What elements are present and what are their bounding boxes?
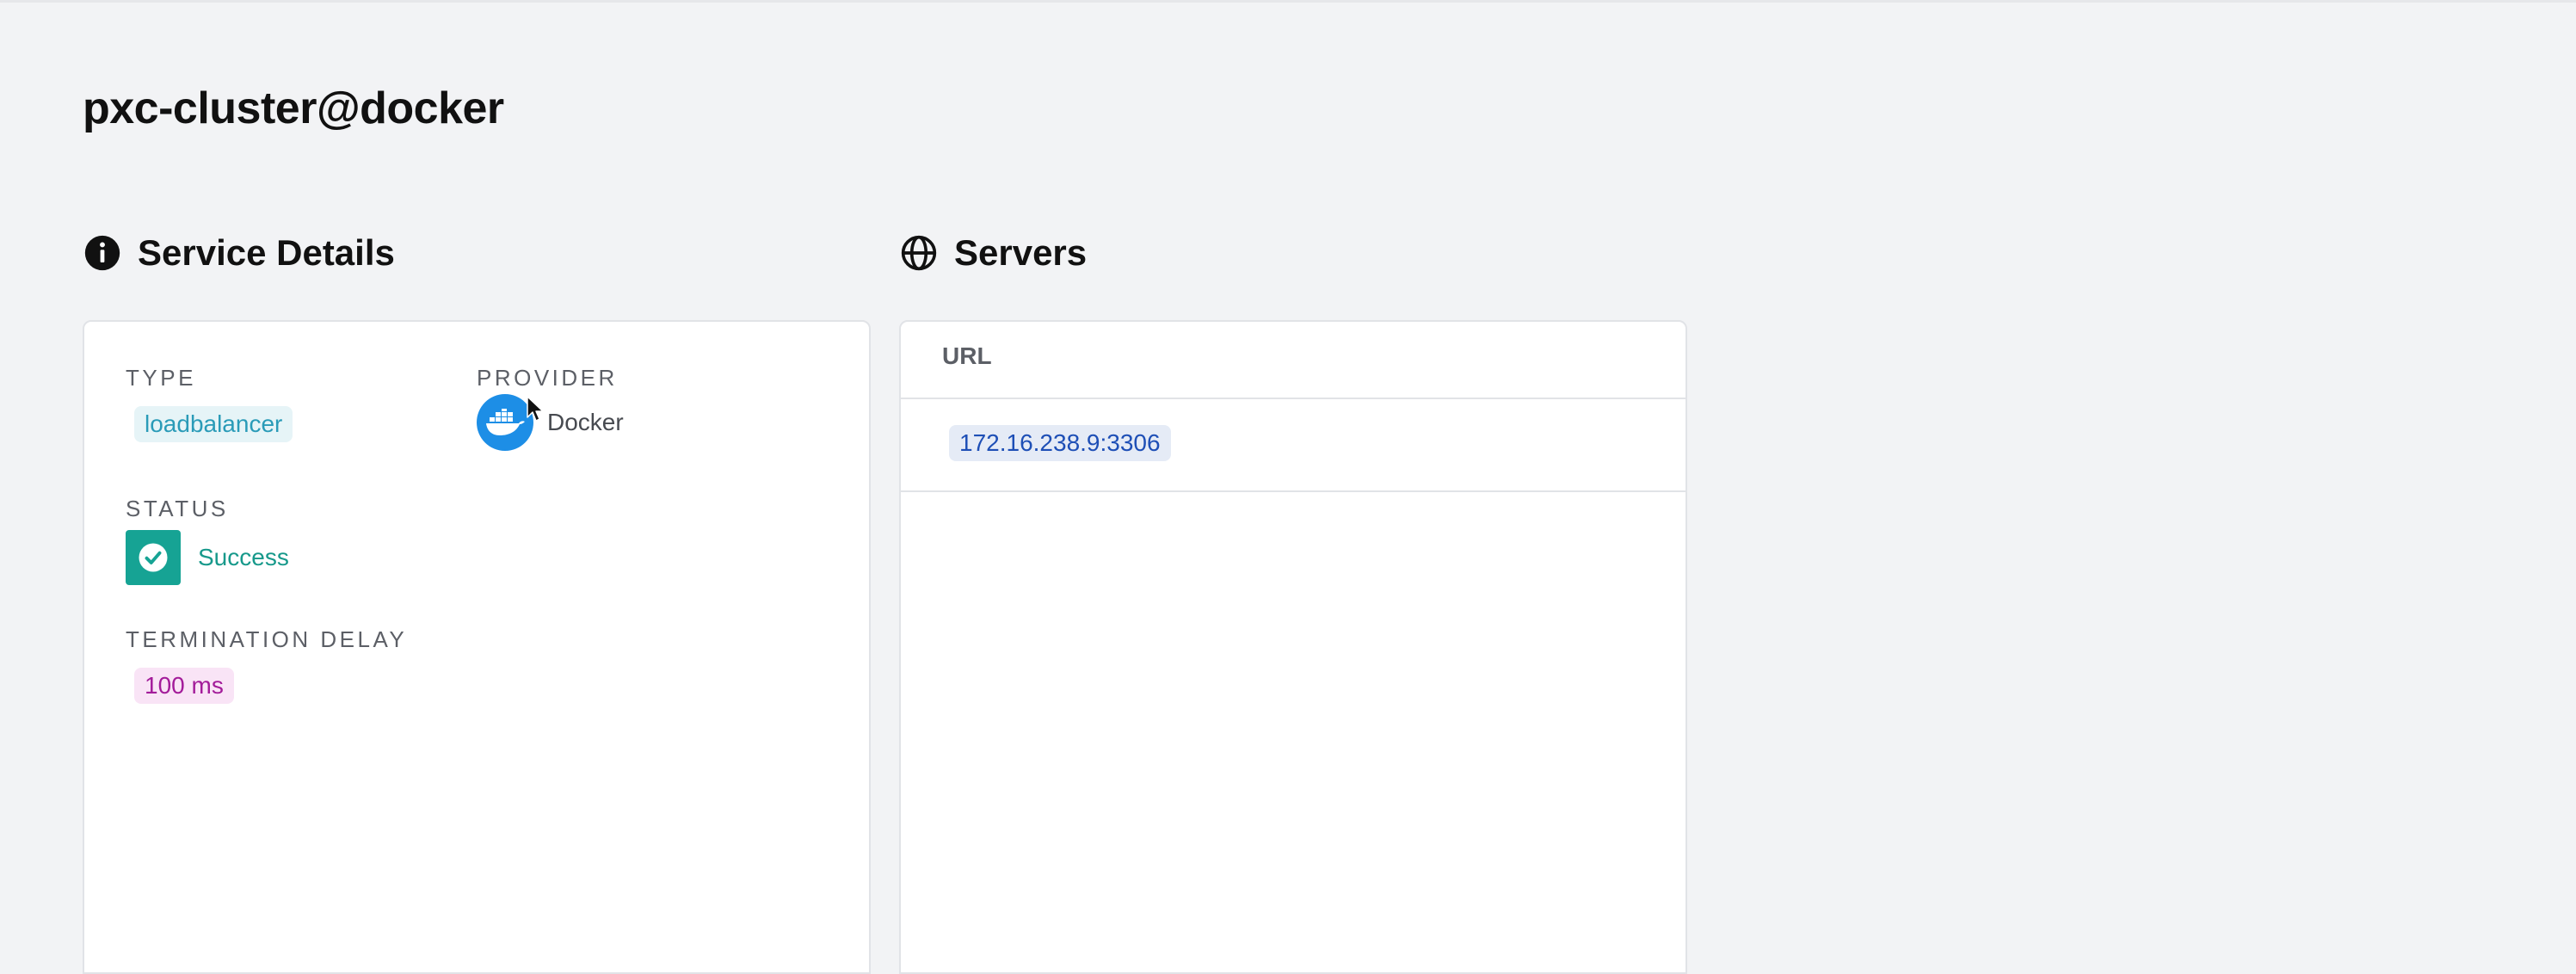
servers-header: Servers bbox=[899, 232, 1087, 274]
provider-name: Docker bbox=[547, 409, 624, 435]
status-indicator bbox=[126, 530, 181, 585]
service-details-header: Service Details bbox=[83, 232, 395, 274]
globe-icon bbox=[899, 233, 939, 273]
servers-card: URL 172.16.238.9:3306 bbox=[899, 320, 1687, 974]
provider-label: PROVIDER bbox=[477, 365, 618, 391]
termination-delay-label: TERMINATION DELAY bbox=[126, 626, 408, 652]
table-row[interactable]: 172.16.238.9:3306 bbox=[901, 399, 1685, 490]
row-divider bbox=[901, 490, 1685, 492]
servers-title: Servers bbox=[954, 232, 1088, 273]
top-border bbox=[0, 0, 2576, 3]
server-url-chip: 172.16.238.9:3306 bbox=[949, 425, 1171, 461]
service-details-title: Service Details bbox=[138, 232, 395, 273]
check-icon bbox=[139, 543, 168, 572]
provider: Docker bbox=[477, 394, 624, 451]
status: Success bbox=[126, 530, 289, 585]
url-column-header: URL bbox=[942, 342, 992, 369]
termination-delay-chip: 100 ms bbox=[134, 668, 234, 704]
status-text: Success bbox=[198, 544, 289, 570]
mouse-cursor-icon bbox=[527, 396, 545, 429]
service-details-card: TYPE loadbalancer PROVIDER Docker STATUS bbox=[83, 320, 871, 974]
status-label: STATUS bbox=[126, 496, 229, 521]
docker-icon bbox=[477, 394, 533, 451]
type-chip: loadbalancer bbox=[134, 406, 293, 442]
page-title: pxc-cluster@docker bbox=[83, 83, 504, 133]
type-label: TYPE bbox=[126, 365, 196, 391]
info-icon bbox=[83, 233, 122, 273]
